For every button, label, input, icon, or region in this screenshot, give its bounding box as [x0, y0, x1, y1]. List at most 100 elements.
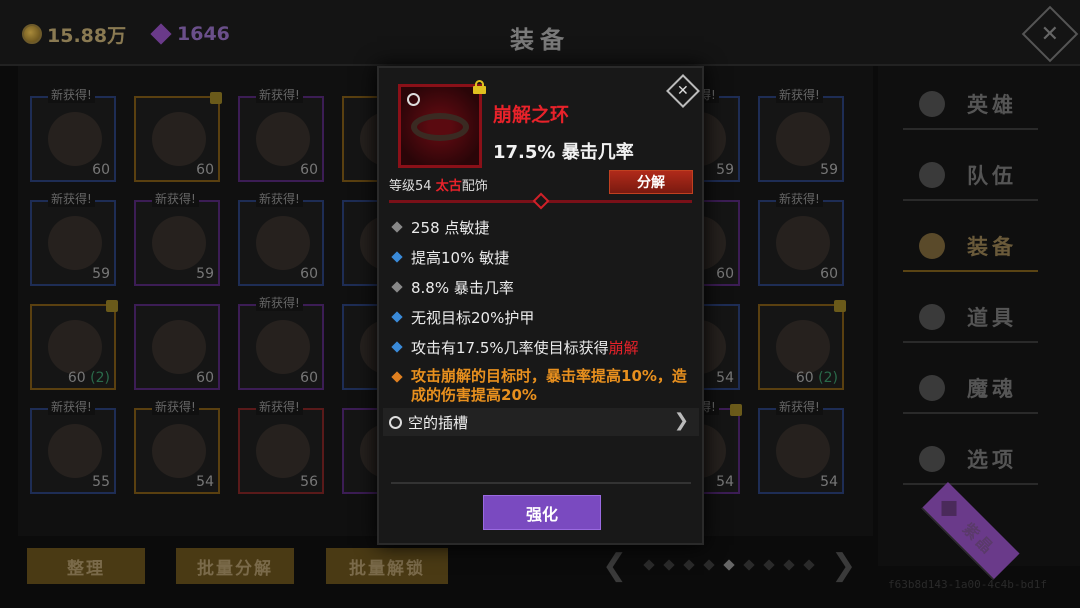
bulk-dismantle-button[interactable]: 批量分解	[176, 548, 294, 584]
new-badge: 新获得!	[776, 86, 823, 103]
gold-amount: 15.88万	[47, 24, 127, 47]
enhance-button[interactable]: 强化	[483, 495, 601, 530]
page-dot[interactable]	[643, 559, 655, 571]
item-quality: 太古	[435, 179, 462, 194]
item-main-stat: 17.5% 暴击几率	[493, 142, 634, 163]
bulk-unlock-button[interactable]: 批量解锁	[326, 548, 448, 584]
inventory-slot-shield[interactable]: 新获得! 60	[238, 294, 324, 390]
inventory-slot-blade[interactable]: 新获得! 60	[238, 190, 324, 286]
close-icon: ✕	[1040, 21, 1060, 47]
stat-line: 无视目标20%护甲	[391, 307, 534, 328]
item-level: 60	[92, 162, 110, 178]
inventory-slot-shield[interactable]: 新获得! 60	[30, 86, 116, 182]
robe-icon	[776, 216, 830, 270]
page-dot[interactable]	[703, 559, 715, 571]
item-level: 59	[716, 162, 734, 178]
item-level: 56	[300, 474, 318, 490]
close-button[interactable]: ✕	[1021, 5, 1079, 63]
close-icon: ✕	[677, 82, 689, 99]
helm-icon	[152, 320, 206, 374]
shield-icon	[48, 112, 102, 166]
robe-icon	[48, 216, 102, 270]
sidebar-item-label: 队伍	[967, 164, 1017, 188]
inventory-slot-cloak[interactable]: 新获得! 60	[238, 86, 324, 182]
flame-icon	[919, 375, 945, 401]
inventory-slot-robe[interactable]: 新获得! 59	[758, 86, 844, 182]
inventory-slot-helm[interactable]: 60	[134, 304, 220, 390]
item-level: 60	[196, 370, 214, 386]
gem-amount: 1646	[177, 23, 230, 45]
modal-close-button[interactable]: ✕	[666, 74, 700, 108]
lock-icon	[730, 404, 742, 416]
inventory-slot-helm[interactable]: 新获得! 54	[134, 398, 220, 494]
sidebar-item-gear[interactable]: 选项	[903, 435, 1038, 485]
helm-icon	[152, 424, 206, 478]
page-dot[interactable]	[783, 559, 795, 571]
item-level: 60	[300, 370, 318, 386]
sidebar-item-flag[interactable]: 队伍	[903, 151, 1038, 201]
page-dot[interactable]	[683, 559, 695, 571]
item-level: 54	[196, 474, 214, 490]
page-dot[interactable]	[743, 559, 755, 571]
inventory-slot-armor[interactable]: 新获得! 59	[134, 190, 220, 286]
inventory-slot-dagger[interactable]: 新获得! 55	[30, 398, 116, 494]
item-level: 60	[820, 266, 838, 282]
next-page-arrow-icon[interactable]: ❯	[831, 548, 856, 583]
gold-coin-icon	[22, 24, 42, 44]
dismantle-button[interactable]: 分解	[609, 170, 693, 194]
item-level: 59	[92, 266, 110, 282]
page-dot[interactable]	[803, 559, 815, 571]
divider-diamond-icon	[532, 192, 550, 210]
stat-bullet-icon	[391, 281, 403, 293]
new-badge: 新获得!	[152, 398, 199, 415]
inventory-slot-book[interactable]: 60	[134, 92, 222, 182]
item-level: 55	[92, 474, 110, 490]
stat-line: 8.8% 暴击几率	[391, 277, 514, 298]
lock-icon[interactable]	[473, 80, 486, 94]
stat-keyword: 崩解	[608, 339, 639, 357]
divider	[391, 482, 691, 484]
sort-button[interactable]: 整理	[27, 548, 145, 584]
item-level: 54	[820, 474, 838, 490]
new-badge: 新获得!	[152, 190, 199, 207]
socket-indicator-icon	[407, 93, 420, 106]
sidebar-item-bag[interactable]: 道具	[903, 293, 1038, 343]
new-badge: 新获得!	[776, 190, 823, 207]
prev-page-arrow-icon[interactable]: ❮	[602, 548, 627, 583]
inventory-slot-robe[interactable]: 新获得! 60	[758, 190, 844, 286]
helmet-icon	[919, 233, 945, 259]
page-dot[interactable]	[723, 559, 735, 571]
item-level: 54	[716, 370, 734, 386]
inventory-slot-boots[interactable]: 新获得! 56	[238, 398, 324, 494]
robe-icon	[776, 112, 830, 166]
new-badge: 新获得!	[256, 398, 303, 415]
heroes-icon	[919, 91, 945, 117]
stat-line: 攻击崩解的目标时，暴击率提高10%，造成的伤害提高20%	[391, 367, 691, 405]
sidebar-item-crystal[interactable]: 紫晶	[921, 481, 1020, 581]
chevron-right-icon: ❯	[673, 410, 689, 431]
new-badge: 新获得!	[48, 86, 95, 103]
inventory-slot-armor[interactable]: 60 (2)	[758, 300, 846, 390]
stat-text: 无视目标20%护甲	[411, 309, 535, 327]
item-level: 60	[196, 162, 214, 178]
inventory-slot-robe[interactable]: 新获得! 59	[30, 190, 116, 286]
inventory-slot-boots[interactable]: 60 (2)	[30, 300, 118, 390]
new-badge: 新获得!	[256, 190, 303, 207]
gold-counter: 15.88万	[22, 22, 127, 47]
inventory-slot-shield[interactable]: 新获得! 54	[758, 398, 844, 494]
boots-icon	[256, 424, 310, 478]
item-level: 60 (2)	[67, 370, 110, 386]
lock-icon	[834, 300, 846, 312]
item-level-line: 等级54 太古配饰	[389, 175, 488, 194]
sidebar-item-helmet[interactable]: 装备	[903, 222, 1038, 272]
empty-socket-row[interactable]: 空的插槽 ❯	[383, 408, 699, 436]
sidebar-item-flame[interactable]: 魔魂	[903, 364, 1038, 414]
new-badge: 新获得!	[48, 398, 95, 415]
page-dot[interactable]	[663, 559, 675, 571]
shield-icon	[776, 424, 830, 478]
sidebar-item-heroes[interactable]: 英雄	[903, 80, 1038, 130]
stat-line: 攻击有17.5%几率使目标获得崩解	[391, 337, 639, 358]
page-dot[interactable]	[763, 559, 775, 571]
ring-art-icon	[411, 113, 469, 141]
lock-icon	[210, 92, 222, 104]
